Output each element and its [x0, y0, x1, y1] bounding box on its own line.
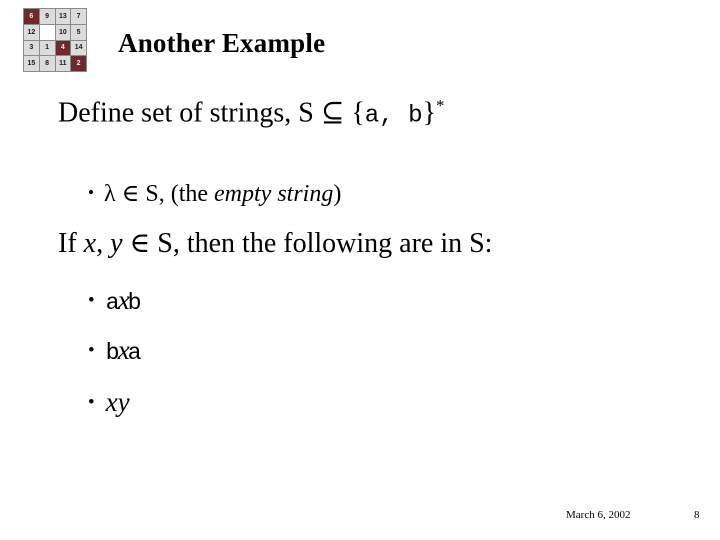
define-prefix-text: Define set of strings, S: [58, 97, 321, 129]
footer-date: March 6, 2002: [566, 509, 631, 521]
paren-close-text: ): [333, 181, 342, 207]
footer-page-number: 8: [694, 509, 700, 521]
puzzle-cell: 15: [24, 56, 39, 71]
bullet-variable: xy: [105, 387, 130, 417]
kleene-star: *: [436, 96, 445, 115]
page-title: Another Example: [118, 28, 326, 58]
set-name-s: S,: [145, 181, 165, 207]
lambda-bullet-line: • λ ∈ S, (the empty string): [88, 181, 341, 207]
bullet-dot-icon: •: [88, 182, 94, 202]
puzzle-cell: 14: [71, 40, 86, 56]
if-prefix-text: If: [58, 228, 84, 259]
list-item: • bxa: [88, 335, 142, 367]
bullet-variable: x: [117, 285, 130, 315]
bullet-right-symbol: b: [127, 290, 142, 316]
variable-x: x: [83, 228, 97, 259]
bullet-right-symbol: a: [127, 340, 142, 366]
bullet-variable: x: [117, 335, 130, 365]
open-brace: {: [344, 97, 365, 129]
lambda-symbol: λ: [103, 181, 116, 207]
subset-symbol: ⊆: [320, 97, 345, 129]
puzzle-cell: 4: [55, 40, 71, 56]
list-item: • axb: [88, 285, 142, 317]
if-comma: ,: [96, 228, 111, 259]
element-of-symbol: ∈: [122, 228, 158, 259]
bullet-dot-icon: •: [88, 289, 95, 311]
element-of-symbol: ∈: [115, 181, 146, 207]
puzzle-cell: 9: [39, 9, 55, 24]
puzzle-cell: 11: [55, 56, 71, 71]
symbol-a: a: [364, 102, 380, 130]
symbol-comma: ,: [379, 102, 409, 130]
fifteen-puzzle-logo: 6 9 13 7 12 10 5 3 1 4 14 15 8 11 2: [23, 8, 87, 72]
variable-y: y: [110, 228, 123, 259]
puzzle-cell: 5: [71, 24, 86, 40]
empty-string-emphasis: empty string: [214, 181, 334, 207]
paren-open-text: (the: [164, 181, 215, 207]
puzzle-cell: 8: [39, 56, 55, 71]
puzzle-cell: 13: [55, 9, 71, 24]
puzzle-cell: 2: [71, 56, 86, 71]
puzzle-cell: 7: [71, 9, 86, 24]
puzzle-cell: 1: [39, 40, 55, 56]
close-brace: }: [422, 97, 437, 129]
if-suffix-text: S, then the following are in S:: [157, 228, 493, 259]
puzzle-cell: 12: [24, 24, 39, 40]
list-item: • xy: [88, 387, 130, 419]
puzzle-cell: 3: [24, 40, 39, 56]
bullet-dot-icon: •: [88, 339, 95, 361]
bullet-left-symbol: b: [105, 340, 120, 366]
define-set-line: Define set of strings, S ⊆ {a, b}*: [58, 96, 445, 130]
puzzle-cell: 10: [55, 24, 71, 40]
symbol-b: b: [408, 102, 423, 130]
bullet-left-symbol: a: [105, 290, 120, 316]
puzzle-cell: [39, 24, 55, 40]
puzzle-cell: 6: [24, 9, 39, 24]
if-condition-line: If x, y ∈ S, then the following are in S…: [58, 228, 493, 260]
bullet-dot-icon: •: [88, 391, 95, 413]
